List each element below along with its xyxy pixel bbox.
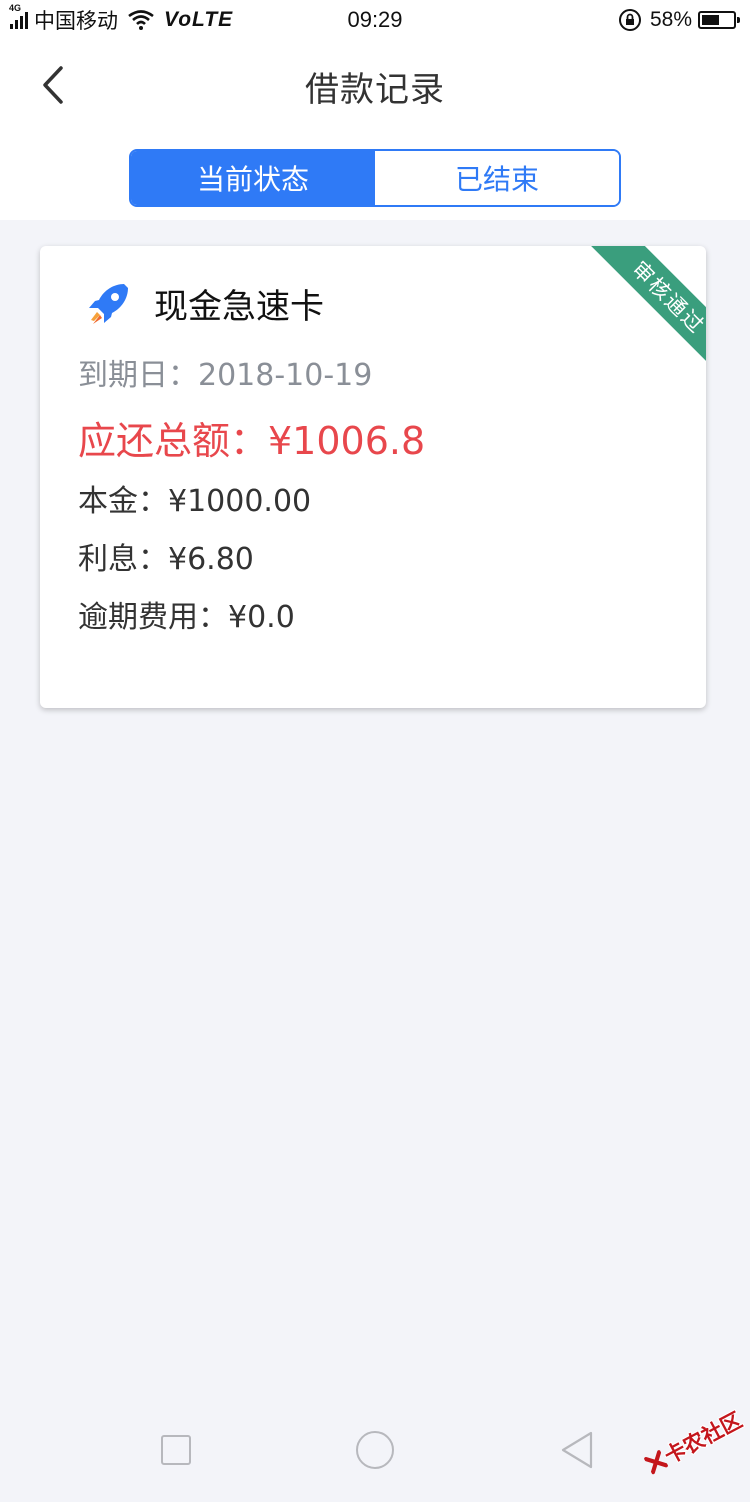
home-icon[interactable]: [356, 1431, 394, 1469]
total-due: 应还总额：¥1006.8: [78, 419, 426, 463]
overdue-fee: 逾期费用：¥0.0: [78, 600, 295, 635]
battery-fill: [702, 15, 720, 25]
header: 借款记录 当前状态 已结束: [0, 40, 750, 220]
rotation-lock-icon: [618, 9, 641, 31]
rocket-icon: [89, 284, 128, 324]
due-date: 到期日：2018-10-19: [78, 358, 373, 393]
battery-icon: [698, 11, 740, 29]
interest: 利息：¥6.80: [78, 542, 254, 577]
approval-ribbon: 审核通过: [582, 246, 706, 370]
tab-finished[interactable]: 已结束: [375, 151, 619, 205]
page-title: 借款记录: [305, 70, 445, 110]
product-name: 现金急速卡: [154, 286, 324, 327]
battery-percent: 58%: [649, 8, 692, 31]
status-tabs: 当前状态 已结束: [129, 149, 621, 207]
recent-apps-icon[interactable]: [161, 1435, 191, 1465]
card-header: 现金急速卡: [84, 278, 324, 328]
status-bar: 4G 中国移动 VoLTE 09:29 58%: [0, 0, 750, 40]
status-right: 58%: [618, 6, 740, 34]
system-nav-bar: [0, 1400, 750, 1500]
watermark-text: 卡农社区: [660, 1407, 747, 1469]
ribbon-label: 审核通过: [588, 246, 706, 370]
back-triangle-icon[interactable]: [559, 1430, 595, 1470]
loan-card[interactable]: 审核通过 现金急速卡 到期日：2018-10-19 应还总额：¥1006.8 本…: [40, 246, 706, 708]
principal: 本金：¥1000.00: [78, 484, 312, 519]
tab-current-status[interactable]: 当前状态: [131, 151, 375, 205]
